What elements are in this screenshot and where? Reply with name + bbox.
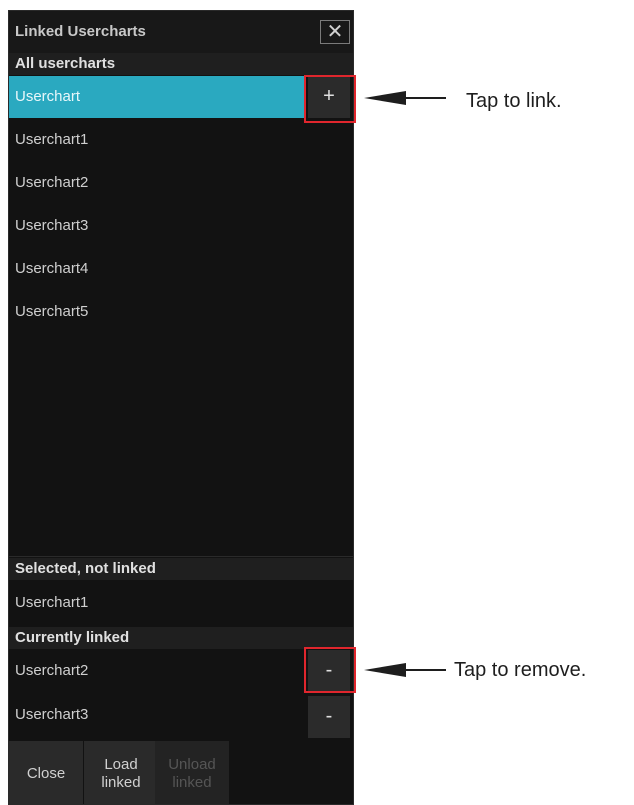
list-item-label: Userchart1 <box>15 131 89 148</box>
arrow-icon <box>364 663 446 677</box>
list-item-userchart2[interactable]: Userchart2 <box>9 162 353 204</box>
arrow-icon <box>364 91 446 105</box>
list-item-label: Userchart3 <box>15 217 89 234</box>
title-bar: Linked Usercharts ✕ <box>9 11 353 54</box>
close-button[interactable]: Close <box>9 741 83 804</box>
unload-linked-button[interactable]: Unload linked <box>155 741 229 804</box>
linked-item-userchart2[interactable]: Userchart2 - <box>9 650 353 692</box>
list-item-label: Userchart <box>15 88 81 105</box>
section-header-all: All usercharts <box>9 53 353 75</box>
section-divider <box>9 556 353 557</box>
load-linked-label-line2: linked <box>101 773 141 791</box>
remove-link-button[interactable]: - <box>308 696 350 738</box>
load-linked-label-line1: Load <box>104 755 138 773</box>
list-item-userchart5[interactable]: Userchart5 <box>9 291 353 333</box>
list-item-label: Userchart5 <box>15 303 89 320</box>
selected-item-userchart1[interactable]: Userchart1 <box>9 581 353 625</box>
tap-to-link-text: Tap to link. <box>466 90 562 112</box>
unload-linked-label-line1: Unload <box>168 755 216 773</box>
list-item-userchart4[interactable]: Userchart4 <box>9 248 353 290</box>
list-item-label: Userchart2 <box>15 662 89 679</box>
load-linked-button[interactable]: Load linked <box>84 741 158 804</box>
close-icon[interactable]: ✕ <box>320 20 350 44</box>
list-item-label: Userchart1 <box>15 594 89 611</box>
linked-item-userchart3[interactable]: Userchart3 - <box>9 694 353 738</box>
unload-linked-label-line2: linked <box>172 773 212 791</box>
list-item-label: Userchart2 <box>15 174 89 191</box>
list-item-userchart[interactable]: Userchart + <box>9 76 353 118</box>
tap-to-remove-text: Tap to remove. <box>454 659 587 681</box>
section-header-selected: Selected, not linked <box>9 558 353 580</box>
linked-usercharts-dialog: Linked Usercharts ✕ All usercharts Userc… <box>8 10 354 805</box>
list-item-label: Userchart3 <box>15 706 89 723</box>
section-header-linked: Currently linked <box>9 627 353 649</box>
highlight-box-add <box>304 75 356 123</box>
list-item-userchart1[interactable]: Userchart1 <box>9 119 353 161</box>
dialog-title: Linked Usercharts <box>15 23 146 40</box>
list-item-label: Userchart4 <box>15 260 89 277</box>
list-item-userchart3[interactable]: Userchart3 <box>9 205 353 247</box>
footer-toolbar: Close Load linked Unload linked <box>9 741 353 804</box>
highlight-box-remove <box>304 647 356 693</box>
